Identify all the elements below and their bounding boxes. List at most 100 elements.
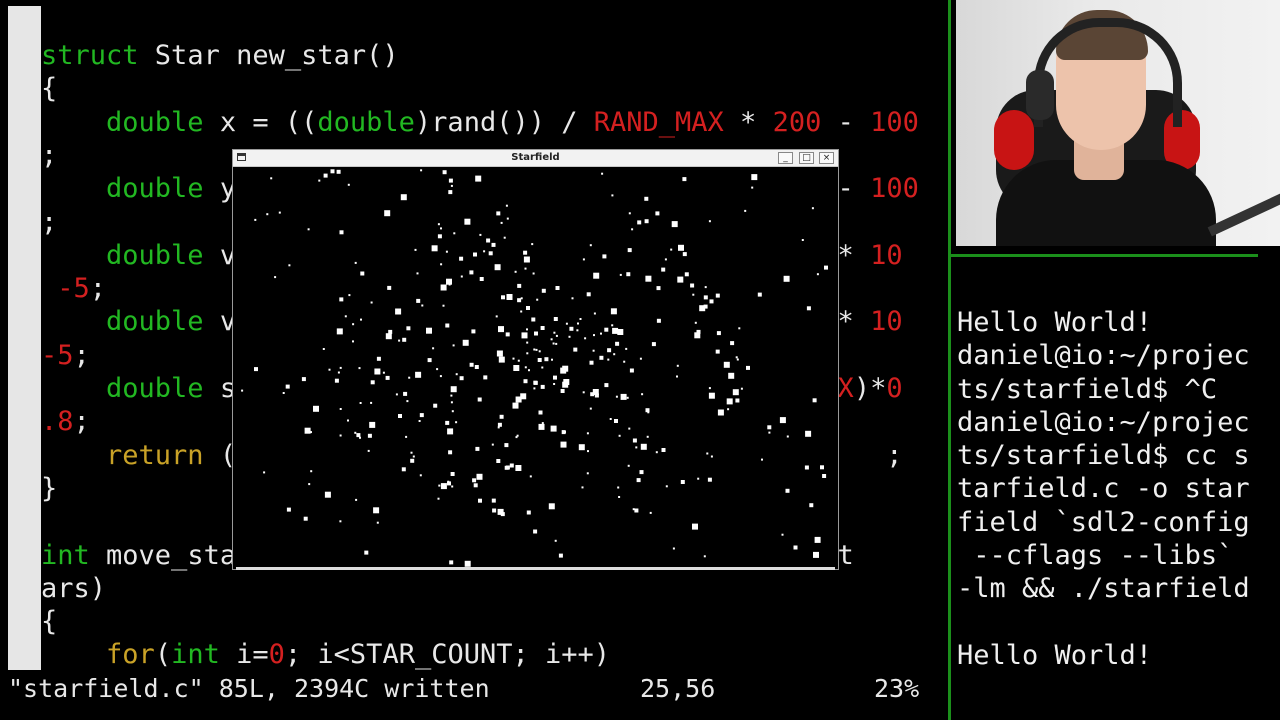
star xyxy=(517,359,520,362)
star xyxy=(438,484,441,487)
star xyxy=(824,265,828,270)
star xyxy=(592,349,595,352)
star xyxy=(348,294,351,297)
star xyxy=(540,326,545,330)
star xyxy=(523,379,528,384)
star xyxy=(440,227,442,230)
terminal-line: ts/starfield$ cc s xyxy=(957,440,1250,472)
star xyxy=(442,304,445,307)
star xyxy=(628,427,631,430)
star xyxy=(344,315,347,318)
star xyxy=(408,376,411,379)
code-token: ars) xyxy=(41,572,107,604)
star xyxy=(647,411,650,414)
star xyxy=(568,335,571,338)
star xyxy=(715,293,720,298)
star xyxy=(628,212,631,215)
star xyxy=(504,465,509,470)
star xyxy=(562,365,569,372)
star xyxy=(401,467,406,472)
star xyxy=(447,428,454,435)
star xyxy=(520,310,523,313)
star xyxy=(538,410,543,415)
star xyxy=(618,434,621,437)
terminal-pane[interactable]: Hello World! daniel@io:~/projec ts/starfie… xyxy=(957,306,1277,672)
star xyxy=(738,327,741,330)
star xyxy=(337,371,340,374)
star xyxy=(649,511,652,514)
star xyxy=(437,234,442,239)
star xyxy=(664,258,667,261)
star xyxy=(440,483,447,490)
star xyxy=(637,220,642,225)
star xyxy=(491,242,496,247)
minimize-button[interactable]: _ xyxy=(778,152,793,164)
star xyxy=(589,407,592,410)
code-token: 10 xyxy=(870,239,903,271)
star xyxy=(445,250,448,253)
star xyxy=(451,485,454,488)
star xyxy=(410,451,413,454)
code-token: -5 xyxy=(41,339,74,371)
star xyxy=(254,218,257,221)
star xyxy=(573,347,578,352)
code-token: for xyxy=(106,639,155,671)
close-button[interactable]: × xyxy=(819,152,834,164)
star xyxy=(347,183,350,186)
star xyxy=(804,465,809,470)
star xyxy=(645,275,652,282)
star xyxy=(690,283,695,288)
code-line: for(int i=0; i<STAR_COUNT; i++) xyxy=(41,638,610,671)
star xyxy=(471,329,476,334)
editor-scroll-percent: 23% xyxy=(874,674,920,703)
star xyxy=(526,510,531,515)
star xyxy=(334,378,339,383)
star xyxy=(614,419,618,423)
star xyxy=(544,357,549,362)
star xyxy=(410,458,415,463)
star xyxy=(602,254,607,259)
star xyxy=(477,397,482,402)
star xyxy=(646,435,649,438)
star xyxy=(692,523,698,530)
star xyxy=(359,436,361,439)
star xyxy=(403,391,408,396)
window-titlebar[interactable]: Starfield _ □ × xyxy=(233,150,838,167)
star xyxy=(618,496,621,498)
pane-divider-horizontal[interactable] xyxy=(951,254,1258,257)
star xyxy=(676,375,678,378)
star xyxy=(354,431,357,434)
star xyxy=(553,383,556,385)
star xyxy=(254,367,258,372)
star xyxy=(680,480,685,484)
star xyxy=(632,508,635,511)
maximize-button[interactable]: □ xyxy=(799,152,814,164)
star xyxy=(358,367,361,370)
star xyxy=(339,230,344,235)
star xyxy=(455,421,458,424)
star xyxy=(704,286,707,289)
star xyxy=(336,328,343,335)
star xyxy=(548,503,555,510)
starfield-window[interactable]: Starfield _ □ × xyxy=(232,149,839,570)
star xyxy=(385,333,392,340)
star xyxy=(491,443,494,446)
star xyxy=(634,508,639,513)
star xyxy=(740,387,743,390)
star xyxy=(584,337,587,340)
star xyxy=(632,438,637,443)
star xyxy=(582,258,585,261)
star xyxy=(450,472,455,476)
star xyxy=(601,172,604,175)
star xyxy=(509,463,514,468)
pane-divider-vertical[interactable] xyxy=(948,0,951,720)
code-line: { xyxy=(41,605,57,638)
star xyxy=(497,426,500,429)
star xyxy=(694,321,697,324)
star xyxy=(421,304,424,307)
star xyxy=(450,394,453,397)
star xyxy=(767,425,772,430)
star xyxy=(418,420,421,422)
